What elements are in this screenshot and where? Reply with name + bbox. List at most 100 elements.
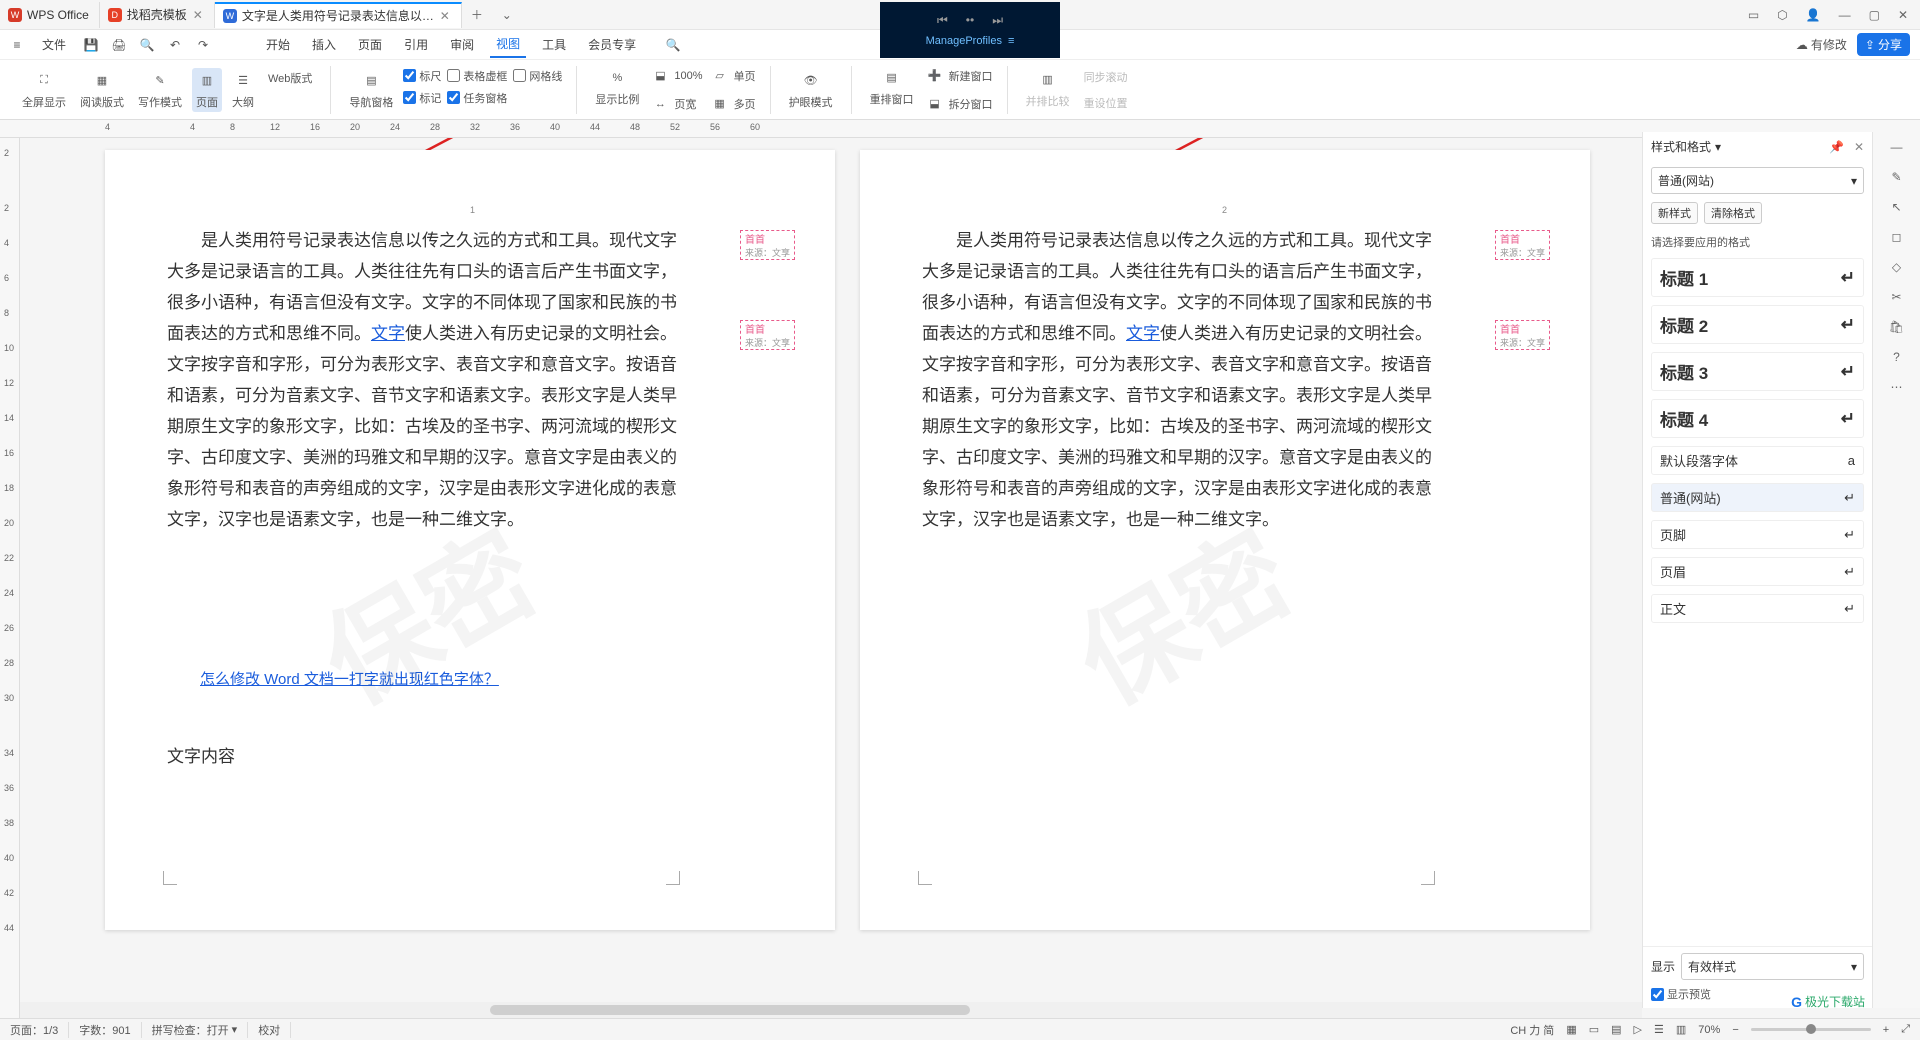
ruler-checkbox[interactable]: 标尺: [403, 68, 441, 84]
style-footer[interactable]: 页脚↵: [1651, 520, 1864, 549]
page-width-button[interactable]: ↔页宽: [649, 93, 702, 115]
read-mode-icon[interactable]: ▭: [1589, 1023, 1599, 1036]
document-page-2[interactable]: 2 是人类用符号记录表达信息以传之久远的方式和工具。现代文字大多是记录语言的工具…: [860, 150, 1590, 930]
menu-vip[interactable]: 会员专享: [582, 32, 642, 57]
avatar-icon[interactable]: 👤: [1806, 8, 1821, 22]
hamburger-icon[interactable]: ≡: [8, 36, 26, 54]
zoom-slider[interactable]: [1751, 1028, 1871, 1031]
multi-page-button[interactable]: ▦多页: [709, 93, 756, 115]
more-icon[interactable]: ⋯: [1891, 380, 1903, 394]
prev-icon[interactable]: ⏮: [937, 13, 948, 28]
pen-tool-icon[interactable]: ✎: [1891, 170, 1901, 184]
undo-icon[interactable]: ↶: [166, 36, 184, 54]
zoom-in-icon[interactable]: +: [1883, 1024, 1889, 1036]
scissors-icon[interactable]: ✂: [1891, 290, 1901, 304]
split-window-button[interactable]: ⬓拆分窗口: [924, 93, 993, 115]
reading-layout-button[interactable]: ▦阅读版式: [76, 68, 128, 112]
slider-thumb[interactable]: [1806, 1024, 1816, 1034]
print-preview-icon[interactable]: 🔍: [138, 36, 156, 54]
pin-icon[interactable]: 📌: [1829, 140, 1844, 154]
close-icon[interactable]: ✕: [439, 10, 451, 22]
task-pane-checkbox[interactable]: 任务窗格: [447, 90, 507, 106]
close-panel-icon[interactable]: ✕: [1854, 140, 1864, 154]
help-icon[interactable]: ?: [1893, 350, 1900, 364]
comment-marker[interactable]: 首首来源：文享: [1495, 230, 1550, 260]
status-page[interactable]: 页面：1/3: [0, 1022, 69, 1038]
zoom-label[interactable]: 70%: [1698, 1024, 1720, 1036]
style-normal-web[interactable]: 普通(网站)↵: [1651, 483, 1864, 512]
cube-icon[interactable]: ⬡: [1777, 8, 1787, 22]
menu-page[interactable]: 页面: [352, 32, 388, 57]
table-border-checkbox[interactable]: 表格虚框: [447, 68, 507, 84]
hyperlink-text[interactable]: 文字: [371, 324, 405, 343]
style-heading3[interactable]: 标题 3↵: [1651, 352, 1864, 391]
new-tab-button[interactable]: ＋: [462, 6, 492, 23]
next-icon[interactable]: ⏭: [992, 13, 1003, 28]
status-spellcheck[interactable]: 拼写检查：打开 ▾: [142, 1022, 249, 1038]
markup-checkbox[interactable]: 标记: [403, 90, 441, 106]
menu-start[interactable]: 开始: [260, 32, 296, 57]
style-body[interactable]: 正文↵: [1651, 594, 1864, 623]
zoom-button[interactable]: %显示比例: [591, 65, 643, 109]
vertical-ruler[interactable]: 2 2 4 6 8 10 12 14 16 18 20 22 24 26 28 …: [0, 138, 20, 1018]
play-icon[interactable]: ••: [966, 13, 974, 28]
new-window-button[interactable]: ➕新建窗口: [924, 65, 993, 87]
redo-icon[interactable]: ↷: [194, 36, 212, 54]
hyperlink-text[interactable]: 文字: [1126, 324, 1160, 343]
maximize-icon[interactable]: ▢: [1869, 8, 1880, 22]
menu-tools[interactable]: 工具: [536, 32, 572, 57]
document-canvas[interactable]: 1 是人类用符号记录表达信息以传之久远的方式和工具。现代文字大多是记录语言的工具…: [20, 138, 1920, 1018]
body-paragraph[interactable]: 是人类用符号记录表达信息以传之久远的方式和工具。现代文字大多是记录语言的工具。人…: [922, 225, 1432, 535]
media-player-overlay[interactable]: ⏮ •• ⏭ ManageProfiles ≡: [880, 2, 1060, 58]
zoom-out-icon[interactable]: −: [1732, 1024, 1738, 1036]
play-icon[interactable]: ▷: [1634, 1023, 1642, 1036]
single-page-button[interactable]: ▱单页: [709, 65, 756, 87]
menu-ref[interactable]: 引用: [398, 32, 434, 57]
store-icon[interactable]: 🛍: [1889, 320, 1904, 334]
web-layout-button[interactable]: Web版式: [264, 68, 316, 88]
status-wordcount[interactable]: 字数：901: [69, 1022, 141, 1038]
print-icon[interactable]: 🖨: [110, 36, 128, 54]
style-heading4[interactable]: 标题 4↵: [1651, 399, 1864, 438]
shapes-icon[interactable]: ◇: [1892, 260, 1901, 274]
new-style-button[interactable]: 新样式: [1651, 202, 1698, 224]
arrange-windows-button[interactable]: ▤重排窗口: [866, 65, 918, 109]
style-header[interactable]: 页眉↵: [1651, 557, 1864, 586]
close-icon[interactable]: ✕: [192, 9, 204, 21]
fit-icon[interactable]: ⤢: [1901, 1023, 1910, 1036]
collapse-icon[interactable]: —: [1891, 140, 1903, 154]
web-mode-icon[interactable]: ▤: [1611, 1023, 1621, 1036]
clear-format-button[interactable]: 清除格式: [1704, 202, 1762, 224]
gridlines-checkbox[interactable]: 网格线: [513, 68, 562, 84]
style-default-font[interactable]: 默认段落字体a: [1651, 446, 1864, 475]
zoom-100-button[interactable]: ⬓100%: [649, 65, 702, 87]
file-menu[interactable]: 文件: [36, 32, 72, 57]
writing-mode-button[interactable]: ✎写作模式: [134, 68, 186, 112]
outline-button[interactable]: ☰大纲: [228, 68, 258, 112]
current-style-select[interactable]: 普通(网站)▾: [1651, 167, 1864, 194]
hyperlink-help[interactable]: 怎么修改 Word 文档一打字就出现红色字体？: [200, 668, 499, 689]
tab-document[interactable]: W 文字是人类用符号记录表达信息以… ✕: [215, 2, 462, 28]
ime-indicator[interactable]: CH 力 简: [1510, 1022, 1554, 1038]
cursor-icon[interactable]: ↖: [1891, 200, 1901, 214]
select-icon[interactable]: ◻: [1892, 230, 1902, 244]
eye-protect-button[interactable]: 👁护眼模式: [785, 68, 837, 112]
style-heading1[interactable]: 标题 1↵: [1651, 258, 1864, 297]
comment-marker[interactable]: 首首来源：文享: [740, 320, 795, 350]
style-heading2[interactable]: 标题 2↵: [1651, 305, 1864, 344]
grid-mode-icon[interactable]: ▥: [1676, 1023, 1686, 1036]
body-paragraph[interactable]: 是人类用符号记录表达信息以传之久远的方式和工具。现代文字大多是记录语言的工具。人…: [167, 225, 677, 535]
comment-marker[interactable]: 首首来源：文享: [740, 230, 795, 260]
section-title[interactable]: 文字内容: [167, 742, 235, 767]
menu-insert[interactable]: 插入: [306, 32, 342, 57]
fullscreen-button[interactable]: ⛶全屏显示: [18, 68, 70, 112]
close-window-icon[interactable]: ✕: [1898, 8, 1908, 22]
comment-marker[interactable]: 首首来源：文享: [1495, 320, 1550, 350]
page-view-button[interactable]: ▥页面: [192, 68, 222, 112]
outline-mode-icon[interactable]: ☰: [1654, 1023, 1664, 1036]
share-button[interactable]: ⇪ 分享: [1857, 33, 1910, 56]
chevron-down-icon[interactable]: ▾: [1715, 140, 1721, 154]
view-mode-icon[interactable]: ▦: [1566, 1023, 1576, 1036]
horizontal-ruler[interactable]: 4 4 8 12 16 20 24 28 32 36 40 44 48 52 5…: [0, 120, 1920, 138]
modified-badge[interactable]: ☁ 有修改: [1796, 36, 1847, 53]
